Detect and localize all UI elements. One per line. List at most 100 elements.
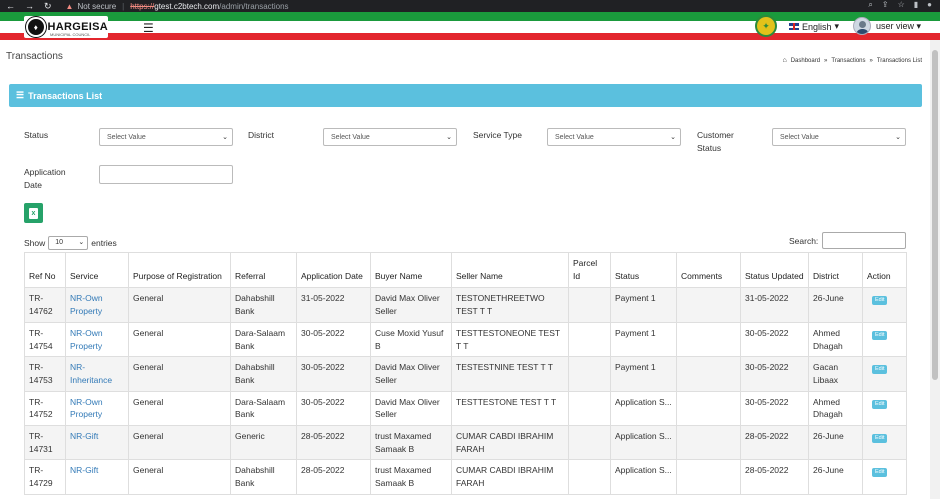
cell-action: Edit	[862, 356, 907, 392]
edit-button[interactable]: Edit	[872, 330, 888, 340]
cell-service-link[interactable]: NR-Own Property	[65, 390, 129, 427]
forward-arrow-icon[interactable]: →	[25, 1, 34, 12]
chevron-down-icon: ⌄	[222, 134, 228, 141]
reload-icon[interactable]: ↻	[44, 1, 52, 12]
cell-ref-no: TR-14762	[24, 287, 66, 323]
site-logo[interactable]: ♦ HARGEISA MUNICIPAL COUNCIL	[24, 16, 108, 38]
cell-referral: Dara-Salaam Bank	[230, 321, 297, 358]
cell-application-date: 30-05-2022	[296, 321, 371, 358]
cell-service-link[interactable]: NR-Inheritance	[65, 356, 129, 392]
back-arrow-icon[interactable]: ←	[6, 1, 15, 12]
zoom-icon[interactable]: ⌕	[868, 0, 872, 10]
application-date-input[interactable]	[99, 165, 233, 184]
breadcrumb-dashboard[interactable]: Dashboard	[791, 58, 820, 64]
col-buyer-name[interactable]: Buyer Name	[370, 251, 452, 289]
cell-parcel-id	[568, 287, 611, 323]
cell-action: Edit	[862, 425, 907, 461]
customer-status-label-line2: Status	[697, 143, 722, 153]
cell-parcel-id	[568, 356, 611, 392]
address-divider: |	[122, 1, 125, 11]
menu-toggle-icon[interactable]: ☰	[143, 21, 154, 35]
col-district[interactable]: District	[808, 251, 863, 289]
district-select-value: Select Value	[331, 133, 370, 141]
col-status-updated[interactable]: Status Updated	[740, 251, 809, 289]
cell-status: Payment 1	[610, 321, 677, 358]
home-icon: ⌂	[782, 57, 787, 64]
edit-button[interactable]: Edit	[872, 434, 888, 444]
chevron-down-icon: ⌄	[78, 239, 85, 246]
page-scrollbar[interactable]	[930, 40, 940, 499]
col-referral[interactable]: Referral	[230, 251, 297, 289]
cell-service-link[interactable]: NR-Gift	[65, 425, 129, 461]
breadcrumb-transactions-list: Transactions List	[876, 57, 922, 64]
cell-service-link[interactable]: NR-Gift	[65, 459, 129, 495]
cell-application-date: 28-05-2022	[296, 425, 371, 461]
cell-service-link[interactable]: NR-Own Property	[65, 321, 129, 358]
cell-comments	[676, 390, 741, 427]
cell-parcel-id	[568, 425, 611, 461]
col-service[interactable]: Service	[65, 251, 129, 289]
entries-label: entries	[91, 238, 117, 248]
col-comments[interactable]: Comments	[676, 251, 741, 289]
col-parcel-id-line1: Parcel	[573, 258, 598, 268]
cell-action: Edit	[862, 459, 907, 495]
edit-button[interactable]: Edit	[872, 468, 888, 478]
application-date-label-line2: Date	[24, 180, 42, 190]
sidebar-icon[interactable]: ▮	[914, 0, 918, 10]
edit-button[interactable]: Edit	[872, 365, 888, 375]
cell-status-updated: 28-05-2022	[740, 425, 809, 461]
col-purpose[interactable]: Purpose of Registration	[128, 251, 231, 289]
language-selector[interactable]: English ▾	[789, 21, 839, 32]
table-row: TR-14752 NR-Own Property General Dara-Sa…	[24, 390, 907, 427]
chevron-down-icon: ▾	[834, 21, 840, 31]
col-application-date[interactable]: Application Date	[296, 251, 371, 289]
table-row: TR-14729 NR-Gift General Dahabshill Bank…	[24, 459, 907, 495]
export-excel-button[interactable]: x	[24, 203, 43, 223]
table-row: TR-14731 NR-Gift General Generic 28-05-2…	[24, 425, 907, 461]
warning-icon[interactable]: ▲	[66, 2, 74, 11]
star-icon[interactable]: ☆	[898, 0, 905, 10]
cell-service-link[interactable]: NR-Own Property	[65, 287, 129, 323]
logo-emblem-icon: ♦	[26, 17, 46, 37]
col-action: Action	[862, 251, 907, 289]
address-bar[interactable]: https://gtest.c2btech.com/admin/transact…	[130, 2, 288, 11]
panel-header: ☰ Transactions List	[9, 84, 922, 107]
status-select-value: Select Value	[107, 133, 146, 141]
profile-icon[interactable]: ●	[927, 0, 932, 10]
district-select[interactable]: Select Value ⌄	[323, 128, 457, 146]
breadcrumb-transactions[interactable]: Transactions	[831, 58, 865, 64]
scrollbar-thumb[interactable]	[932, 50, 938, 380]
cell-referral: Dahabshill Bank	[230, 356, 297, 392]
cell-status: Payment 1	[610, 356, 677, 392]
col-parcel-id[interactable]: Parcel Id	[568, 251, 611, 289]
municipal-seal-icon: ✦	[755, 15, 777, 37]
cell-status-updated: 30-05-2022	[740, 321, 809, 358]
col-parcel-id-line2: Id	[573, 270, 581, 281]
cell-seller-name: CUMAR CABDI IBRAHIM FARAH	[451, 425, 569, 461]
cell-purpose: General	[128, 287, 231, 323]
entries-select[interactable]: 10 ⌄	[48, 236, 89, 250]
edit-button[interactable]: Edit	[872, 296, 888, 306]
share-icon[interactable]: ⇪	[882, 0, 889, 10]
customer-status-select-value: Select Value	[780, 133, 819, 141]
table-search-input[interactable]	[822, 232, 906, 249]
cell-status-updated: 28-05-2022	[740, 459, 809, 495]
user-avatar[interactable]	[853, 17, 871, 35]
customer-status-filter-label: Customer Status	[697, 129, 734, 155]
col-seller-name[interactable]: Seller Name	[451, 251, 569, 289]
cell-action: Edit	[862, 287, 907, 323]
customer-status-label-line1: Customer	[697, 130, 734, 140]
cell-status: Application S...	[610, 459, 677, 495]
user-menu[interactable]: user view ▾	[876, 21, 921, 32]
chevron-down-icon: ⌄	[895, 134, 901, 141]
status-select[interactable]: Select Value ⌄	[99, 128, 233, 146]
edit-button[interactable]: Edit	[872, 399, 888, 409]
customer-status-select[interactable]: Select Value ⌄	[772, 128, 906, 146]
col-status[interactable]: Status	[610, 251, 677, 289]
cell-comments	[676, 287, 741, 323]
service-type-select[interactable]: Select Value ⌄	[547, 128, 681, 146]
col-ref-no[interactable]: Ref No	[24, 251, 66, 289]
cell-district: 26-June	[808, 459, 863, 495]
security-label[interactable]: Not secure	[77, 2, 116, 11]
url-protocol: https://	[130, 1, 155, 11]
